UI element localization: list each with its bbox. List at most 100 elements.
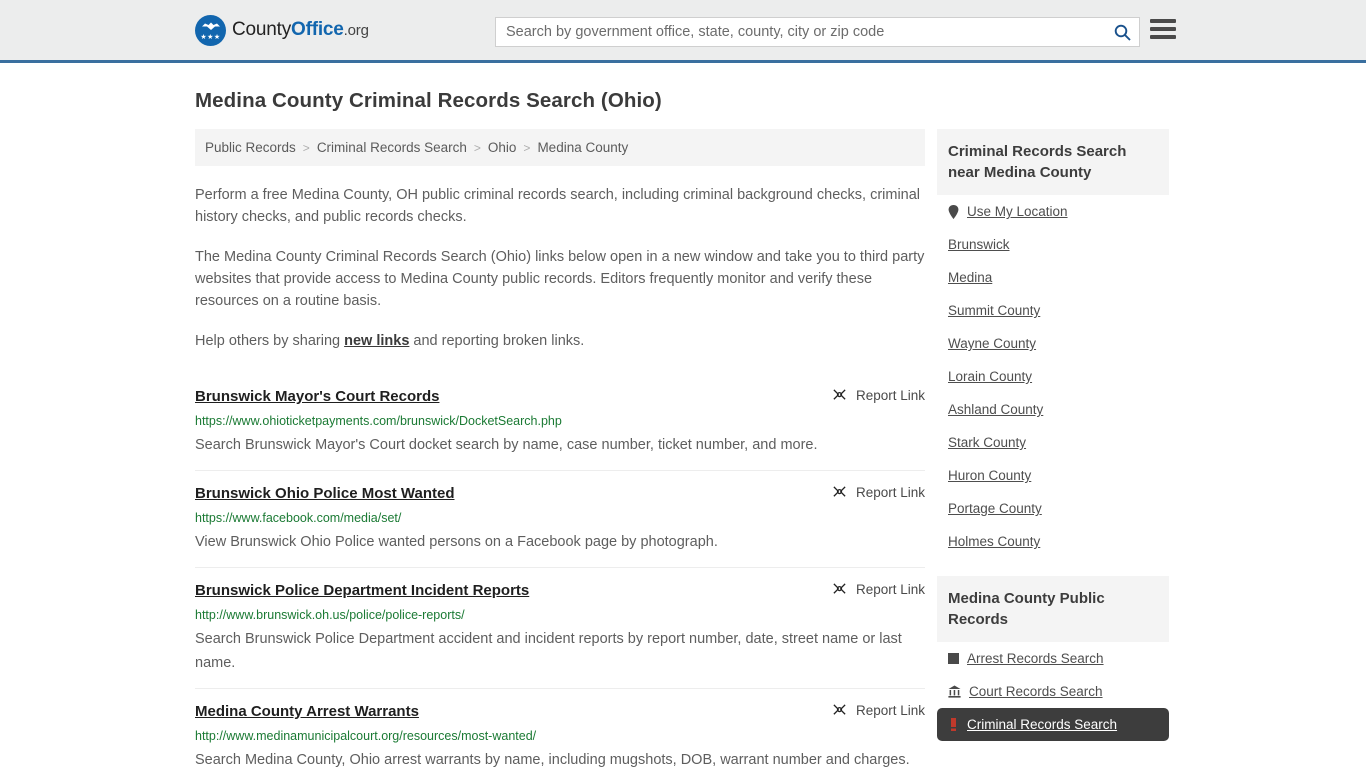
report-link-label: Report Link: [855, 703, 925, 718]
intro-p3-after: and reporting broken links.: [409, 333, 585, 349]
report-link-button[interactable]: Report Link: [832, 485, 925, 500]
sidebar-item-holmes-county[interactable]: Holmes County: [937, 525, 1169, 558]
results-list: Brunswick Mayor's Court Records Report L…: [195, 374, 925, 768]
result-description: Search Brunswick Mayor's Court docket se…: [195, 437, 818, 453]
result-description: View Brunswick Ohio Police wanted person…: [195, 534, 718, 550]
breadcrumb: Public Records > Criminal Records Search…: [195, 129, 925, 166]
sidebar-item-huron-county[interactable]: Huron County: [937, 459, 1169, 492]
hamburger-bar-2: [1150, 27, 1176, 31]
sidebar-item-portage-county[interactable]: Portage County: [937, 492, 1169, 525]
sidebar-item-label[interactable]: Ashland County: [948, 402, 1043, 417]
sidebar-item-label[interactable]: Portage County: [948, 501, 1042, 516]
sidebar-item-label[interactable]: Stark County: [948, 435, 1026, 450]
sidebar-item-stark-county[interactable]: Stark County: [937, 426, 1169, 459]
broken-link-icon: [833, 389, 846, 400]
bank-icon: [948, 685, 961, 698]
sidebar-nearby-list: Use My Location Brunswick Medina Summit …: [937, 195, 1169, 558]
sidebar-item-label[interactable]: Wayne County: [948, 336, 1036, 351]
report-link-label: Report Link: [855, 582, 925, 597]
breadcrumb-item-1[interactable]: Criminal Records Search: [317, 140, 467, 155]
breadcrumb-item-2[interactable]: Ohio: [488, 140, 517, 155]
result-description: Search Medina County, Ohio arrest warran…: [195, 752, 910, 768]
report-link-button[interactable]: Report Link: [832, 703, 925, 718]
sidebar-item-label[interactable]: Use My Location: [967, 204, 1068, 219]
page-title: Medina County Criminal Records Search (O…: [195, 89, 662, 112]
sidebar-item-summit-county[interactable]: Summit County: [937, 294, 1169, 327]
sidebar-item-criminal-records-search[interactable]: Criminal Records Search: [937, 708, 1169, 741]
square-icon: [948, 653, 959, 664]
result-url[interactable]: https://www.ohioticketpayments.com/bruns…: [195, 414, 925, 429]
breadcrumb-separator-2: >: [523, 140, 531, 155]
sidebar-public-records-block: Medina County Public Records Arrest Reco…: [937, 576, 1169, 741]
sidebar-item-label[interactable]: Court Records Search: [969, 684, 1103, 699]
site-header: ★★★ CountyOffice.org: [0, 0, 1366, 63]
sidebar-item-label[interactable]: Medina: [948, 270, 992, 285]
eagle-icon: [201, 22, 220, 30]
intro-text: Perform a free Medina County, OH public …: [195, 184, 925, 352]
sidebar: Criminal Records Search near Medina Coun…: [937, 129, 1169, 759]
sidebar-item-ashland-county[interactable]: Ashland County: [937, 393, 1169, 426]
content-columns: Public Records > Criminal Records Search…: [195, 129, 1171, 768]
new-links-link[interactable]: new links: [344, 333, 409, 349]
sidebar-item-label[interactable]: Brunswick: [948, 237, 1010, 252]
result-item: Brunswick Mayor's Court Records Report L…: [195, 374, 925, 470]
exclamation-bar-icon: [951, 718, 956, 731]
search-icon: [1114, 24, 1131, 41]
result-header: Brunswick Police Department Incident Rep…: [195, 582, 925, 600]
intro-paragraph-3: Help others by sharing new links and rep…: [195, 330, 925, 352]
result-header: Brunswick Ohio Police Most Wanted Report…: [195, 485, 925, 503]
result-item: Medina County Arrest Warrants Report Lin…: [195, 688, 925, 768]
sidebar-item-label[interactable]: Arrest Records Search: [967, 651, 1104, 666]
sidebar-item-label[interactable]: Criminal Records Search: [967, 717, 1117, 732]
intro-p3-before: Help others by sharing: [195, 333, 345, 349]
result-header: Brunswick Mayor's Court Records Report L…: [195, 388, 925, 406]
sidebar-item-court-records-search[interactable]: Court Records Search: [937, 675, 1169, 708]
sidebar-item-use-my-location[interactable]: Use My Location: [937, 195, 1169, 228]
site-logo-text: CountyOffice.org: [232, 19, 369, 41]
result-title-link[interactable]: Brunswick Mayor's Court Records: [195, 388, 439, 406]
hamburger-bar-1: [1150, 19, 1176, 23]
broken-link-icon: [833, 486, 846, 497]
intro-paragraph-1: Perform a free Medina County, OH public …: [195, 187, 921, 225]
sidebar-item-arrest-records-search[interactable]: Arrest Records Search: [937, 642, 1169, 675]
search-input[interactable]: [496, 18, 1105, 46]
sidebar-item-medina[interactable]: Medina: [937, 261, 1169, 294]
sidebar-item-label[interactable]: Summit County: [948, 303, 1040, 318]
intro-paragraph-2: The Medina County Criminal Records Searc…: [195, 249, 925, 309]
breadcrumb-item-3[interactable]: Medina County: [537, 140, 628, 155]
result-item: Brunswick Ohio Police Most Wanted Report…: [195, 470, 925, 567]
sidebar-item-brunswick[interactable]: Brunswick: [937, 228, 1169, 261]
sidebar-nearby-block: Criminal Records Search near Medina Coun…: [937, 129, 1169, 558]
search-button[interactable]: [1105, 18, 1139, 46]
report-link-button[interactable]: Report Link: [832, 582, 925, 597]
report-link-button[interactable]: Report Link: [832, 388, 925, 403]
logo-text-county: County: [232, 19, 292, 40]
sidebar-item-wayne-county[interactable]: Wayne County: [937, 327, 1169, 360]
main-column: Public Records > Criminal Records Search…: [195, 129, 925, 768]
result-title-link[interactable]: Brunswick Police Department Incident Rep…: [195, 582, 529, 600]
sidebar-nearby-heading: Criminal Records Search near Medina Coun…: [937, 129, 1169, 195]
hamburger-menu-button[interactable]: [1150, 19, 1176, 39]
sidebar-item-label[interactable]: Huron County: [948, 468, 1031, 483]
breadcrumb-item-0[interactable]: Public Records: [205, 140, 296, 155]
page-container: Medina County Criminal Records Search (O…: [0, 89, 1366, 768]
result-title-link[interactable]: Medina County Arrest Warrants: [195, 703, 419, 721]
sidebar-item-lorain-county[interactable]: Lorain County: [937, 360, 1169, 393]
result-url[interactable]: http://www.medinamunicipalcourt.org/reso…: [195, 729, 925, 744]
result-url[interactable]: http://www.brunswick.oh.us/police/police…: [195, 608, 925, 623]
sidebar-item-label[interactable]: Holmes County: [948, 534, 1040, 549]
breadcrumb-separator-1: >: [473, 140, 481, 155]
logo-text-org: .org: [343, 22, 369, 39]
logo-text-office: Office: [291, 19, 344, 40]
report-link-label: Report Link: [855, 485, 925, 500]
result-title-link[interactable]: Brunswick Ohio Police Most Wanted: [195, 485, 454, 503]
map-pin-icon: [948, 204, 959, 219]
sidebar-public-records-list: Arrest Records Search Court Records Sear…: [937, 642, 1169, 741]
sidebar-item-label[interactable]: Lorain County: [948, 369, 1032, 384]
breadcrumb-separator-0: >: [302, 140, 310, 155]
search-bar[interactable]: [495, 17, 1140, 47]
result-url[interactable]: https://www.facebook.com/media/set/: [195, 511, 925, 526]
report-link-label: Report Link: [855, 388, 925, 403]
site-logo[interactable]: ★★★ CountyOffice.org: [195, 14, 369, 46]
broken-link-icon: [833, 704, 846, 715]
